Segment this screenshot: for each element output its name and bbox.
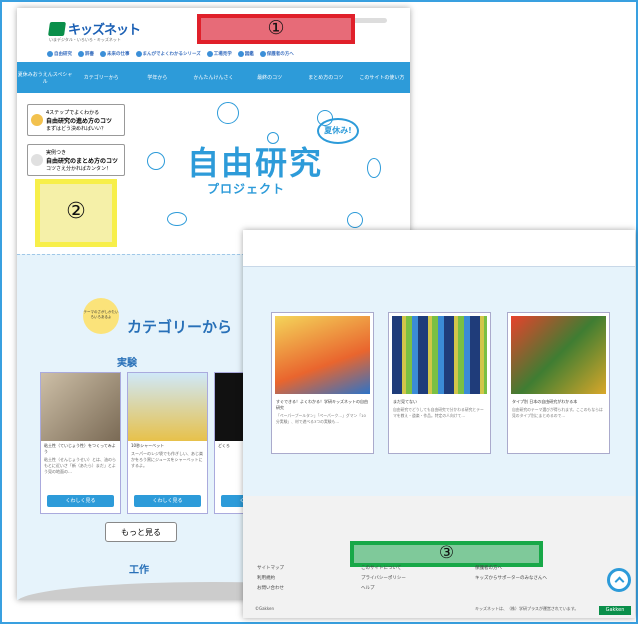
book-card[interactable]: すぐできる！よくわかる！学研キッズネットの自由研究 「ペーパープールタン」「ペー… <box>271 312 374 454</box>
footer-column: 保護者の方へ キッズからサポーターのみなさんへ <box>475 564 547 584</box>
link-jiyu[interactable]: 自由研究 <box>47 51 72 57</box>
hero-badge: 夏休み! <box>317 118 359 144</box>
book-desc: 自由研究でどうしても自由研究で分かわる研究とテーマを教え・道楽・作品。特定の人向… <box>393 407 484 418</box>
nav-item[interactable]: 最終のコツ <box>242 74 298 81</box>
gakken-logo[interactable]: Gakken <box>599 606 631 615</box>
book-card[interactable]: まだ見てない 自由研究でどうしても自由研究で分かわる研究とテーマを教え・道楽・作… <box>388 312 491 454</box>
back-to-top-button[interactable] <box>607 568 631 592</box>
nav-item[interactable]: まとめ方のコツ <box>298 74 354 81</box>
side-top: 4ステップでよくわかる <box>46 109 100 116</box>
doodle-icon <box>347 212 363 228</box>
book-title: タイプ別 日本の自由研究がわかる本 <box>512 399 578 404</box>
book-cover <box>392 316 487 394</box>
details-button[interactable]: くわしく見る <box>134 495 201 507</box>
footer-link[interactable]: プライバシーポリシー <box>361 574 406 584</box>
sub-links: 自由研究 辞書 未来の仕事 まんがでよくわかるシリーズ 工場見学 図鑑 保護者の… <box>47 51 294 57</box>
section-craft: 工作 <box>129 565 149 576</box>
card-image <box>128 373 207 441</box>
chevron-up-icon <box>614 576 624 587</box>
hint-bubble: テーマのさがしかたいろいろあるよ <box>83 298 119 334</box>
side-sub: コツさえ分かればカンタン！ <box>46 165 112 172</box>
book-card[interactable]: タイプ別 日本の自由研究がわかる本 自由研究のテーマ選びが得られます。ここのもな… <box>507 312 610 454</box>
main-nav: 夏休みおうえんスペシャル カテゴリーから 学年から かんたんけんさく 最終のコツ… <box>17 62 410 93</box>
side-top: 実例つき <box>46 149 67 156</box>
nav-item[interactable]: 夏休みおうえんスペシャル <box>17 71 73 85</box>
card-image <box>41 373 120 441</box>
side-link-matomekata[interactable]: 実例つき 自由研究のまとめ方のコツ コツさえ分かればカンタン！ <box>27 144 125 176</box>
copyright: ©Gakken <box>255 606 275 611</box>
link-icon <box>135 51 142 57</box>
more-button[interactable]: もっと見る <box>105 522 177 542</box>
annotation-box-2: ② <box>35 179 117 247</box>
footer-link[interactable]: ヘルプ <box>361 584 406 594</box>
nav-item[interactable]: かんたんけんさく <box>185 74 241 81</box>
logo-tagline: いまデジタル・いろいろ・キッズネット <box>49 37 121 42</box>
footer-link[interactable]: 利用規約 <box>257 574 284 584</box>
side-title: 自由研究の進め方のコツ <box>46 117 113 125</box>
details-button[interactable]: くわしく見る <box>47 495 114 507</box>
site-logo[interactable]: キッズネット いまデジタル・いろいろ・キッズネット <box>48 19 141 42</box>
card-desc: 粘土性（せんじょうせい）とは、油のらもとに近いさ「新（あたら）まだ」とよう見の地… <box>44 457 116 474</box>
card-title: 10秒シャーベット <box>131 443 165 448</box>
book-cover <box>275 316 370 394</box>
link-icon <box>100 51 106 57</box>
link-icon <box>259 51 266 57</box>
page-bottom-view: すぐできる！よくわかる！学研キッズネットの自由研究 「ペーパープールタン」「ペー… <box>243 230 635 618</box>
footer-link[interactable]: お問い合わせ <box>257 584 284 594</box>
operator-notice: キッズネットは、（株）学研プラスが運営されています。 <box>475 606 579 611</box>
category-title: カテゴリーから <box>127 318 233 336</box>
link-parents[interactable]: 保護者の方へ <box>259 51 294 57</box>
side-sub: まずはどう決めればいい？ <box>46 125 107 132</box>
nav-item[interactable]: 学年から <box>129 74 185 81</box>
book-desc: 「ペーパープールタン」「ペーパーク…」グマン「10分実験」、材で遊べる3つの実験… <box>276 413 366 424</box>
logo-text: キッズネット <box>68 23 141 38</box>
experiment-card[interactable]: 粘土性（ていじょう性）をつくってみよう 粘土性（せんじょうせい）とは、油のらもと… <box>40 372 121 514</box>
hero-title-main: 自由研究 <box>187 144 324 182</box>
annotation-box-1: ① <box>197 14 355 44</box>
footer-link[interactable]: サイトマップ <box>257 564 284 574</box>
side-link-susumekata[interactable]: 4ステップでよくわかる 自由研究の進め方のコツ まずはどう決めればいい？ <box>27 104 125 136</box>
link-manga[interactable]: まんがでよくわかるシリーズ <box>135 51 201 57</box>
book-title: すぐできる！よくわかる！学研キッズネットの自由研究 <box>276 399 368 410</box>
doodle-icon <box>167 212 187 226</box>
logo-cube-icon <box>48 21 66 36</box>
section-divider <box>243 266 635 267</box>
link-icon <box>47 51 53 57</box>
footer-column: サイトマップ 利用規約 お問い合わせ <box>257 564 284 594</box>
link-kojo[interactable]: 工場見学 <box>206 51 232 57</box>
footer-link[interactable]: 保護者の方へ <box>475 564 547 574</box>
side-title: 自由研究のまとめ方のコツ <box>46 157 119 165</box>
link-jisho[interactable]: 辞書 <box>78 51 94 57</box>
section-experiment: 実験 <box>117 358 137 369</box>
link-zukan[interactable]: 図鑑 <box>237 51 254 57</box>
hero-title-sub: プロジェクト <box>207 182 286 196</box>
footer-link[interactable]: キッズからサポーターのみなさんへ <box>475 574 547 584</box>
notebook-icon <box>31 154 43 166</box>
experiment-card[interactable]: 10秒シャーベット スーパーのレジ袋でも作ぎしい、あじ楽かをろう黒にジュースをシ… <box>127 372 208 514</box>
nav-item[interactable]: このサイトの使い方 <box>354 74 410 81</box>
book-cover <box>511 316 606 394</box>
book-title: まだ見てない <box>393 399 417 404</box>
link-icon <box>206 51 213 57</box>
link-icon <box>78 51 84 57</box>
book-desc: 自由研究のテーマ選びが得られます。ここのもならは見のタイプ別にまとめるので… <box>512 407 603 418</box>
link-icon <box>237 51 244 57</box>
hero-title: 夏休み! 自由研究 プロジェクト <box>187 118 387 208</box>
doodle-icon <box>147 152 165 170</box>
link-mirai[interactable]: 未来の仕事 <box>100 51 130 57</box>
card-title: 粘土性（ていじょう性）をつくってみよう <box>44 443 116 454</box>
footer-column: このサイトについて プライバシーポリシー ヘルプ <box>361 564 406 594</box>
lightbulb-icon <box>31 114 43 126</box>
card-desc: スーパーのレジ袋でも作ぎしい、あじ楽かをろう黒にジュースをシャーベットにするよ。 <box>131 451 203 468</box>
nav-item[interactable]: カテゴリーから <box>73 74 129 81</box>
footer-link[interactable]: このサイトについて <box>361 564 406 574</box>
